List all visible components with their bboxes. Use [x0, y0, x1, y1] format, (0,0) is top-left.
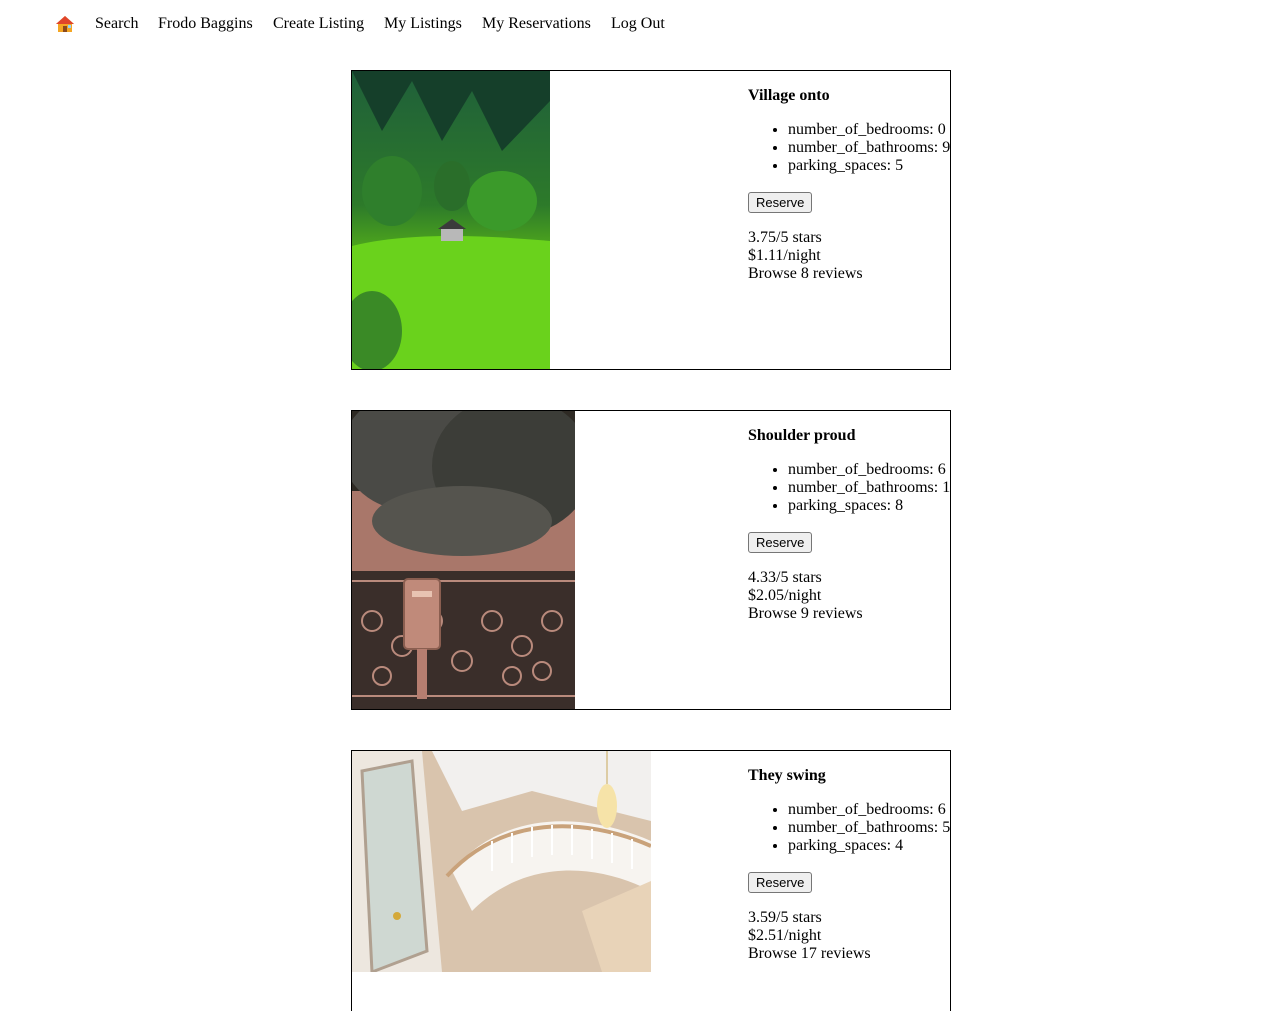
house-icon[interactable] — [55, 14, 75, 34]
reserve-button[interactable]: Reserve — [748, 192, 813, 213]
nav-my-listings-link[interactable]: My Listings — [384, 14, 462, 34]
reviews-link[interactable]: Browse 9 reviews — [748, 605, 950, 623]
price-text: $2.51/night — [748, 927, 822, 944]
features-list: number_of_bedrooms: 6 number_of_bathroom… — [748, 801, 950, 855]
nav-profile-link[interactable]: Frodo Baggins — [158, 14, 253, 34]
nav-logout-link[interactable]: Log Out — [611, 14, 665, 34]
nav-my-reservations-link[interactable]: My Reservations — [482, 14, 591, 34]
reviews-link[interactable]: Browse 8 reviews — [748, 265, 950, 283]
listing-card: They swing number_of_bedrooms: 6 number_… — [351, 750, 951, 1011]
bedrooms-feature: number_of_bedrooms: 0 — [788, 121, 950, 139]
rating-text: 4.33/5 stars — [748, 569, 822, 586]
rating-text: 3.59/5 stars — [748, 909, 822, 926]
parking-feature: parking_spaces: 8 — [788, 497, 950, 515]
bathrooms-feature: number_of_bathrooms: 5 — [788, 819, 950, 837]
bathrooms-feature: number_of_bathrooms: 9 — [788, 139, 950, 157]
price-text: $2.05/night — [748, 587, 822, 604]
reserve-button[interactable]: Reserve — [748, 872, 813, 893]
green-hillside-cabin-photo[interactable] — [352, 71, 550, 369]
bathrooms-feature: number_of_bathrooms: 1 — [788, 479, 950, 497]
parking-feature: parking_spaces: 5 — [788, 157, 950, 175]
parking-feature: parking_spaces: 4 — [788, 837, 950, 855]
listing-card: Shoulder proud number_of_bedrooms: 6 num… — [351, 410, 951, 710]
features-list: number_of_bedrooms: 0 number_of_bathroom… — [748, 121, 950, 175]
nav-create-listing-link[interactable]: Create Listing — [273, 14, 364, 34]
top-nav: Search Frodo Baggins Create Listing My L… — [0, 0, 1285, 48]
reserve-button[interactable]: Reserve — [748, 532, 813, 553]
bedrooms-feature: number_of_bedrooms: 6 — [788, 801, 950, 819]
bedrooms-feature: number_of_bedrooms: 6 — [788, 461, 950, 479]
listing-card: Village onto number_of_bedrooms: 0 numbe… — [351, 70, 951, 370]
reviews-link[interactable]: Browse 17 reviews — [748, 945, 950, 963]
staircase-chandelier-photo[interactable] — [352, 751, 651, 972]
listing-info: Shoulder proud number_of_bedrooms: 6 num… — [748, 427, 950, 623]
listing-title: They swing — [748, 767, 826, 784]
price-text: $1.11/night — [748, 247, 821, 264]
rating-text: 3.75/5 stars — [748, 229, 822, 246]
ornate-gate-mailbox-photo[interactable] — [352, 411, 575, 709]
listing-title: Village onto — [748, 87, 830, 104]
nav-search-link[interactable]: Search — [95, 14, 139, 34]
listing-title: Shoulder proud — [748, 427, 856, 444]
features-list: number_of_bedrooms: 6 number_of_bathroom… — [748, 461, 950, 515]
listing-info: Village onto number_of_bedrooms: 0 numbe… — [748, 87, 950, 283]
listing-info: They swing number_of_bedrooms: 6 number_… — [748, 767, 950, 963]
